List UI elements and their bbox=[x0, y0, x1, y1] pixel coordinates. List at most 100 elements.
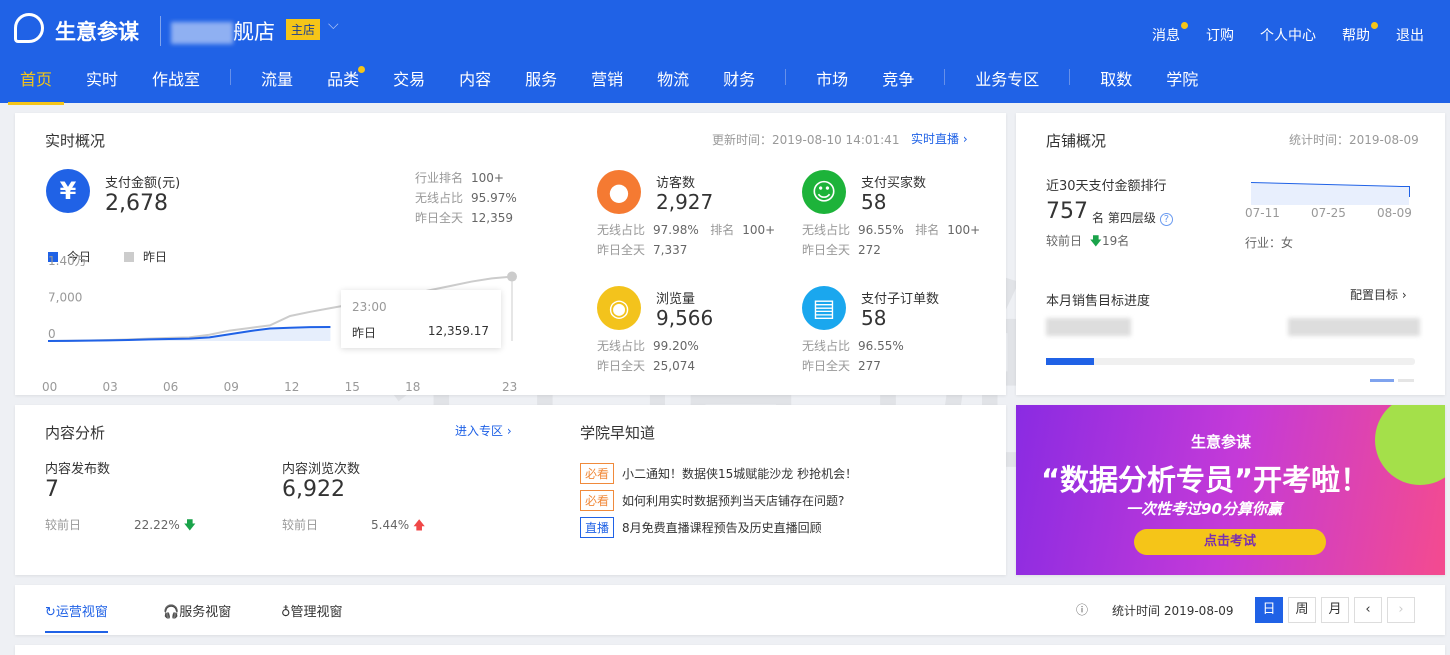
next-button[interactable]: › bbox=[1387, 597, 1415, 623]
prev-button[interactable]: ‹ bbox=[1354, 597, 1382, 623]
metric-label: 浏览量 bbox=[656, 292, 696, 307]
metric-stats: 无线占比 97.98% 排名 100+ 昨日全天 7,337 bbox=[597, 223, 776, 257]
top-link[interactable]: 个人中心 bbox=[1260, 25, 1316, 45]
info-icon[interactable]: ⓘ bbox=[1076, 601, 1088, 618]
period-button[interactable]: 月 bbox=[1321, 597, 1349, 623]
top-link[interactable]: 退出 bbox=[1396, 25, 1424, 45]
nav-item[interactable]: 财务 bbox=[723, 66, 755, 105]
tab-icon: 🎧 bbox=[163, 605, 180, 620]
live-link[interactable]: 实时直播 › bbox=[911, 130, 968, 147]
news-item[interactable]: 直播 8月免费直播课程预告及历史直播回顾 bbox=[580, 517, 822, 538]
metric-value: 9,566 bbox=[656, 306, 714, 330]
nav-divider bbox=[944, 69, 946, 85]
nav-item[interactable]: 流量 bbox=[261, 66, 293, 105]
blurred-value bbox=[1046, 318, 1131, 336]
nav-item[interactable]: 业务专区 bbox=[975, 66, 1039, 105]
nav-item[interactable]: 学院 bbox=[1166, 66, 1198, 105]
blurred-value bbox=[1288, 318, 1420, 336]
metric-value: 58 bbox=[861, 190, 887, 214]
rank-value: 757 bbox=[1046, 199, 1088, 224]
eye-icon: ◉ bbox=[597, 286, 641, 330]
header: 生意参谋 舰店 主店 ⌵ 消息 订购 个人中心 帮助 退出 首页 实时 作战室 流量 品类 交易内… bbox=[0, 0, 1450, 105]
x-tick-label: 18 bbox=[405, 380, 420, 394]
period-button[interactable]: 周 bbox=[1288, 597, 1316, 623]
top-links: 消息 订购 个人中心 帮助 退出 bbox=[1152, 22, 1450, 45]
pay-label: 支付金额(元) bbox=[105, 176, 181, 191]
view-tab[interactable]: ↻运营视窗 bbox=[45, 601, 108, 633]
nav-item[interactable]: 交易 bbox=[393, 66, 425, 105]
metric-label: 支付子订单数 bbox=[861, 292, 940, 307]
banner-sub: 一次性考过90分算你赢 bbox=[1126, 500, 1282, 518]
promo-banner[interactable]: 生意参谋 “数据分析专员”开考啦！ 一次性考过90分算你赢 点击考试 bbox=[1016, 405, 1445, 575]
news-item[interactable]: 必看 如何利用实时数据预判当天店铺存在问题? bbox=[580, 490, 844, 511]
pay-value: 2,678 bbox=[105, 191, 168, 216]
banner-headline: “数据分析专员”开考啦！ bbox=[1041, 463, 1370, 497]
views-bar: ↻运营视窗 🎧服务视窗 ♁管理视窗 ⓘ 统计时间 2019-08-09 bbox=[15, 585, 1445, 635]
news-item[interactable]: 必看 小二通知！数据侠15城赋能沙龙 秒抢机会！ bbox=[580, 463, 857, 484]
nav-item[interactable]: 市场 bbox=[816, 66, 848, 105]
top-link[interactable]: 消息 bbox=[1152, 22, 1188, 45]
nav-item[interactable]: 营销 bbox=[591, 66, 623, 105]
notification-dot bbox=[1371, 22, 1378, 29]
metric-stats: 无线占比 99.20% 昨日全天 25,074 bbox=[597, 339, 699, 373]
nav-item[interactable]: 品类 bbox=[327, 66, 366, 105]
news-text[interactable]: 小二通知！数据侠15城赋能沙龙 秒抢机会！ bbox=[622, 467, 857, 481]
banner-brand: 生意参谋 bbox=[1191, 433, 1252, 451]
news-text[interactable]: 如何利用实时数据预判当天店铺存在问题? bbox=[622, 494, 844, 508]
y-tick-label: 1.40万 bbox=[48, 254, 87, 268]
nav-item[interactable]: 竞争 bbox=[882, 66, 914, 105]
enter-zone-link[interactable]: 进入专区 › bbox=[455, 422, 512, 439]
arrow-down-icon: 🡇 bbox=[183, 518, 196, 532]
nav-item[interactable]: 实时 bbox=[86, 66, 118, 105]
arrow-down-icon: 🡇 bbox=[1089, 234, 1102, 248]
metric-label: 支付买家数 bbox=[861, 176, 927, 191]
help-icon[interactable]: ? bbox=[1159, 213, 1173, 226]
rank-trend-chart bbox=[1251, 182, 1410, 205]
brand[interactable]: 生意参谋 bbox=[55, 16, 139, 46]
config-goal-link[interactable]: 配置目标 › bbox=[1350, 286, 1407, 303]
view-tab[interactable]: ♁管理视窗 bbox=[281, 601, 343, 620]
news-tag: 必看 bbox=[580, 463, 615, 484]
period-button[interactable]: 日 bbox=[1255, 597, 1283, 623]
goal-progress-bar bbox=[1046, 358, 1415, 365]
nav-item[interactable]: 作战室 bbox=[152, 66, 200, 105]
metric-label: 访客数 bbox=[656, 176, 696, 191]
nav-item[interactable]: 物流 bbox=[657, 66, 689, 105]
news-tag: 直播 bbox=[580, 517, 615, 538]
stat-time: 统计时间 2019-08-09 bbox=[1112, 604, 1234, 618]
legend-swatch bbox=[124, 252, 134, 262]
nav-item[interactable]: 服务 bbox=[525, 66, 557, 105]
rank-compare: 较前日 🡇19名 bbox=[1046, 234, 1130, 248]
content-label: 内容发布数 bbox=[45, 462, 111, 477]
content-value: 6,922 bbox=[282, 477, 345, 502]
exam-button[interactable]: 点击考试 bbox=[1134, 529, 1326, 555]
tooltip-series: 昨日 bbox=[352, 326, 377, 340]
y-tick-label: 7,000 bbox=[48, 291, 82, 305]
card-title: 内容分析 bbox=[45, 424, 106, 442]
view-tab[interactable]: 🎧服务视窗 bbox=[163, 601, 231, 620]
pay-stats: 行业排名 100+ 无线占比 95.97% 昨日全天 12,359 bbox=[415, 171, 517, 225]
nav-item[interactable]: 取数 bbox=[1100, 66, 1132, 105]
chevron-down-icon[interactable]: ⌵ bbox=[328, 17, 339, 33]
nav-item[interactable]: 首页 bbox=[7, 66, 65, 105]
goal-title: 本月销售目标进度 bbox=[1046, 294, 1151, 309]
x-tick-label: 23 bbox=[502, 380, 517, 394]
x-tick-label: 03 bbox=[103, 380, 118, 394]
update-time: 更新时间：2019-08-10 14:01:41 bbox=[712, 133, 900, 147]
yuan-icon: ¥ bbox=[46, 169, 90, 213]
arrow-up-icon: 🡅 bbox=[412, 518, 426, 532]
next-section bbox=[15, 645, 1445, 655]
top-link[interactable]: 帮助 bbox=[1342, 22, 1378, 45]
carousel-dot[interactable] bbox=[1370, 379, 1394, 382]
metric-value: 2,927 bbox=[656, 190, 714, 214]
rank-tier: 名 第四层级 ? bbox=[1092, 209, 1173, 226]
content-card: 内容分析 进入专区 › 内容发布数 7 较前日 22.22% 🡇 内容浏览次数 6,922… bbox=[15, 405, 1006, 575]
compare-label: 较前日 bbox=[45, 518, 82, 532]
top-link[interactable]: 订购 bbox=[1206, 25, 1234, 45]
tooltip-time: 23:00 bbox=[352, 300, 387, 314]
shop-name[interactable]: 舰店 bbox=[160, 16, 275, 46]
nav-item[interactable]: 内容 bbox=[459, 66, 491, 105]
carousel-dot[interactable] bbox=[1398, 379, 1414, 382]
academy-title: 学院早知道 bbox=[580, 424, 656, 442]
news-text[interactable]: 8月免费直播课程预告及历史直播回顾 bbox=[622, 521, 822, 535]
